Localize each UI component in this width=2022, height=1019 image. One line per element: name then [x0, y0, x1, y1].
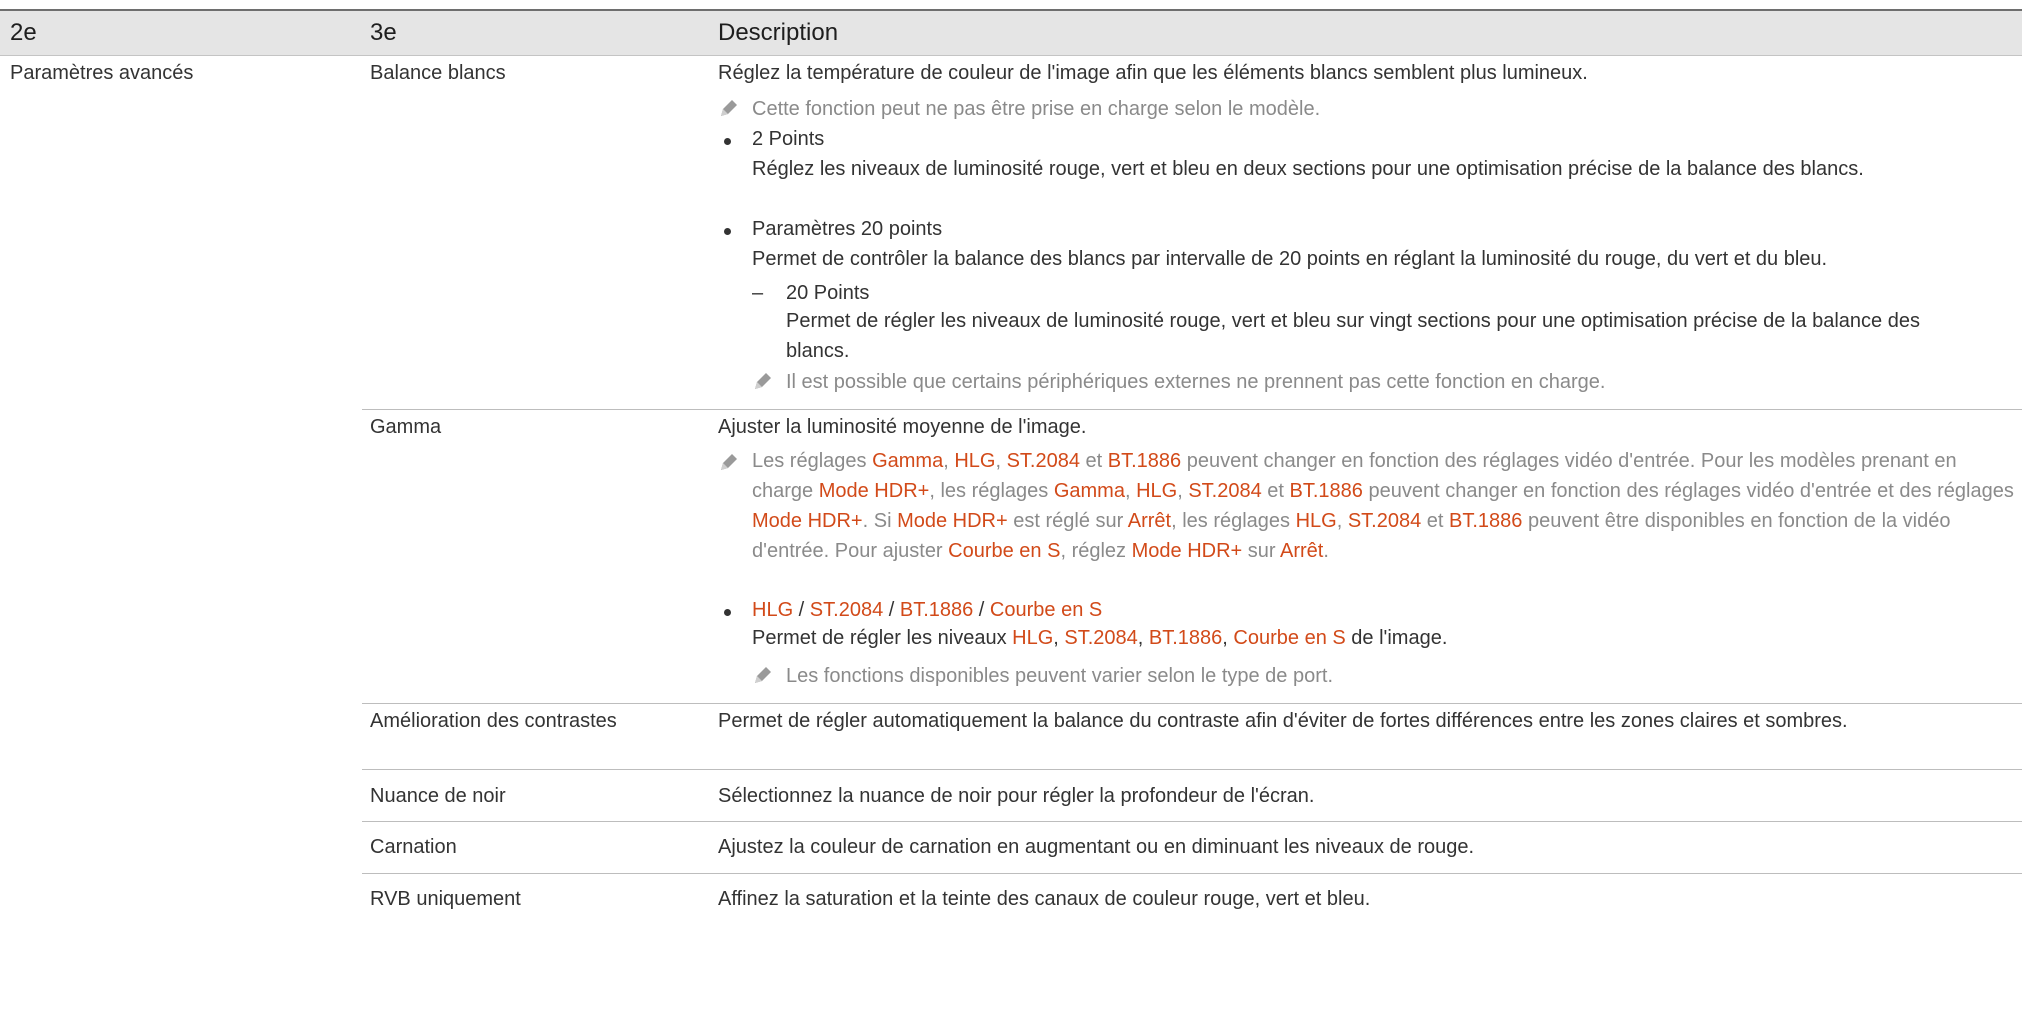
pencil-note-icon: [755, 667, 771, 683]
row-divider: [362, 769, 2022, 770]
row-divider: [362, 821, 2022, 822]
gamma-note: Les réglages Gamma, HLG, ST.2084 et BT.1…: [752, 450, 2014, 562]
bullet-icon: [724, 138, 731, 145]
gamma-options-description: Permet de régler les niveaux HLG, ST.208…: [752, 627, 1448, 649]
row-label-nuance-de-noir[interactable]: Nuance de noir: [370, 785, 506, 808]
header-col-description: Description: [718, 19, 839, 46]
header-col-2e: 2e: [10, 19, 37, 46]
row-label-amelioration-des-contrastes[interactable]: Amélioration des contrastes: [370, 710, 617, 733]
gamma-note-port: Les fonctions disponibles peuvent varier…: [786, 665, 1334, 687]
option-20-points[interactable]: 20 Points: [786, 282, 869, 305]
contrast-description: Permet de régler automatiquement la bala…: [718, 710, 1848, 732]
pencil-note-icon: [721, 454, 737, 470]
section-parametres-avances[interactable]: Paramètres avancés: [10, 62, 193, 85]
option-2-points[interactable]: 2 Points: [752, 128, 824, 151]
balance-note: Cette fonction peut ne pas être prise en…: [752, 98, 1321, 120]
dash-icon: –: [752, 282, 764, 304]
gamma-description: Ajuster la luminosité moyenne de l'image…: [718, 416, 1087, 438]
balance-description: Réglez la température de couleur de l'im…: [718, 62, 1588, 84]
pencil-note-icon: [721, 100, 737, 116]
row-label-balance-blancs[interactable]: Balance blancs: [370, 62, 506, 85]
table-header: 2e 3e Description: [0, 11, 2022, 56]
gamma-options-title: HLG / ST.2084 / BT.1886 / Courbe en S: [752, 599, 1103, 621]
pencil-note-icon: [755, 373, 771, 389]
option-parametres-20-points[interactable]: Paramètres 20 points: [752, 218, 942, 241]
header-col-3e: 3e: [370, 19, 397, 46]
option-2-points-description: Réglez les niveaux de luminosité rouge, …: [752, 158, 1864, 180]
row-label-carnation[interactable]: Carnation: [370, 836, 457, 859]
row-label-rvb-uniquement[interactable]: RVB uniquement: [370, 888, 521, 911]
option-20-points-description: Permet de régler les niveaux de luminosi…: [786, 310, 1920, 362]
bullet-icon: [724, 609, 731, 616]
row-divider: [362, 873, 2022, 874]
carnation-description: Ajustez la couleur de carnation en augme…: [718, 836, 1475, 858]
noir-description: Sélectionnez la nuance de noir pour régl…: [718, 785, 1315, 807]
row-divider: [362, 703, 2022, 704]
rvb-description: Affinez la saturation et la teinte des c…: [718, 888, 1371, 910]
balance-note-external-devices: Il est possible que certains périphériqu…: [786, 371, 1606, 393]
option-parametres-20-points-description: Permet de contrôler la balance des blanc…: [752, 248, 1828, 270]
row-label-gamma[interactable]: Gamma: [370, 416, 441, 439]
bullet-icon: [724, 228, 731, 235]
row-divider: [362, 409, 2022, 410]
